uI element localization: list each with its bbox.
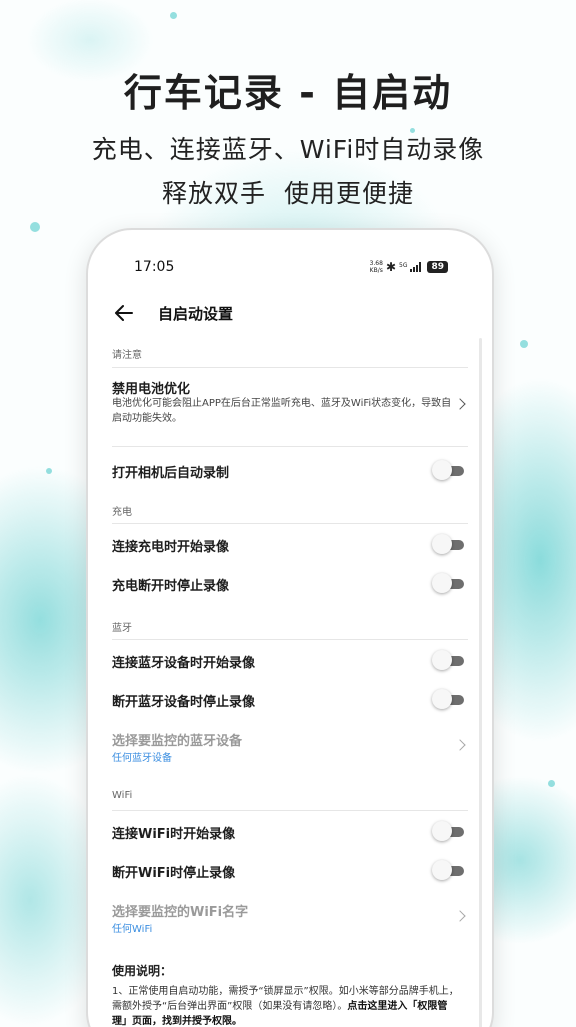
section-label-notice: 请注意 [112, 350, 142, 361]
section-label-charging: 充电 [112, 507, 132, 518]
promo-subtitle-line1: 充电、连接蓝牙、WiFi时自动录像 [91, 135, 485, 164]
signal-icon [410, 262, 422, 272]
promo-subtitle-line2: 释放双手 使用更便捷 [162, 179, 414, 208]
bluetooth-stop-title: 断开蓝牙设备时停止录像 [112, 695, 256, 710]
wifi-select-title: 选择要监控的WiFi名字 [112, 905, 249, 920]
net-speed: 3.68 KB/s [370, 260, 383, 274]
usage-text: 1、正常使用自启动功能，需授予“锁屏显示”权限。如小米等部分品牌手机上，需额外授… [112, 984, 462, 1027]
wifi-start-title: 连接WiFi时开始录像 [112, 827, 236, 842]
divider [112, 523, 468, 524]
wifi-stop-title: 断开WiFi时停止录像 [112, 866, 236, 881]
splash-dot [46, 468, 52, 474]
chevron-right-icon [454, 739, 466, 751]
divider [112, 367, 468, 368]
splash-dot [30, 222, 40, 232]
camera-autorecord-toggle[interactable] [432, 460, 466, 480]
charging-start-title: 连接充电时开始录像 [112, 540, 230, 555]
wifi-stop-toggle[interactable] [432, 860, 466, 880]
net-speed-unit: KB/s [369, 267, 383, 274]
page-title: 自启动设置 [158, 304, 234, 323]
divider [112, 639, 468, 640]
battery-icon: 89 [427, 261, 448, 273]
net-speed-value: 3.68 [369, 260, 383, 267]
section-label-wifi: WiFi [112, 790, 133, 801]
bluetooth-select-value: 任何蓝牙设备 [112, 753, 172, 764]
section-label-bluetooth: 蓝牙 [112, 623, 132, 634]
charging-start-toggle[interactable] [432, 534, 466, 554]
splash-dot [548, 780, 555, 787]
bluetooth-start-title: 连接蓝牙设备时开始录像 [112, 656, 256, 671]
splash-dot [520, 340, 528, 348]
bluetooth-start-toggle[interactable] [432, 650, 466, 670]
bluetooth-select-title: 选择要监控的蓝牙设备 [112, 734, 243, 749]
splash-dot [170, 12, 177, 19]
arrow-left-icon[interactable] [112, 301, 136, 325]
battery-optimization-desc: 电池优化可能会阻止APP在后台正常监听充电、蓝牙及WiFi状态变化，导致自启动功… [112, 398, 452, 424]
status-bar: 17:05 3.68 KB/s ✱ 5G 89 [134, 256, 448, 278]
wifi-select-value: 任何WiFi [112, 924, 153, 935]
divider [112, 810, 468, 811]
bluetooth-icon: ✱ [385, 260, 396, 274]
status-icons: 3.68 KB/s ✱ 5G 89 [370, 260, 448, 274]
phone-frame: 17:05 3.68 KB/s ✱ 5G 89 自启动设置 请注意 禁用电池优化… [86, 228, 494, 1027]
app-header: 自启动设置 [112, 300, 468, 326]
charging-stop-toggle[interactable] [432, 573, 466, 593]
network-type: 5G [399, 262, 408, 269]
promo-title: 行车记录 - 自启动 [123, 71, 453, 115]
chevron-right-icon [454, 910, 466, 922]
chevron-right-icon [454, 398, 466, 410]
scrollbar[interactable] [479, 338, 482, 1027]
status-time: 17:05 [134, 259, 175, 275]
battery-optimization-title: 禁用电池优化 [112, 382, 191, 397]
wifi-start-toggle[interactable] [432, 821, 466, 841]
charging-stop-title: 充电断开时停止录像 [112, 579, 230, 594]
divider [112, 446, 468, 447]
camera-autorecord-title: 打开相机后自动录制 [112, 466, 230, 481]
bluetooth-stop-toggle[interactable] [432, 689, 466, 709]
usage-title: 使用说明： [112, 964, 173, 978]
